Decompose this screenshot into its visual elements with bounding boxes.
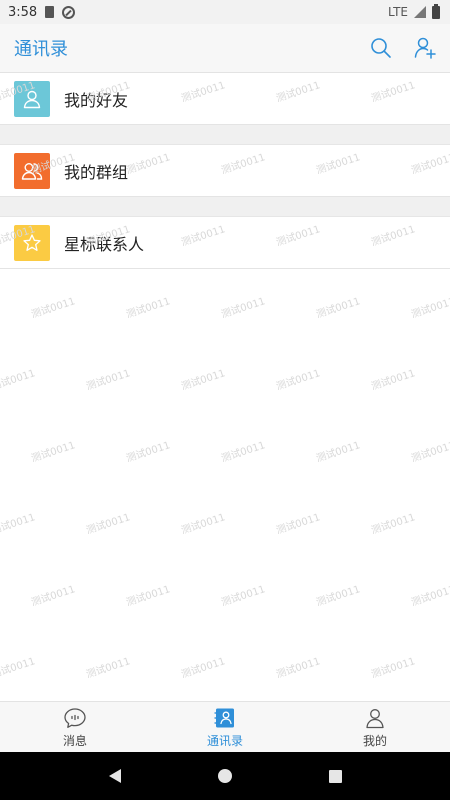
do-not-disturb-icon <box>62 5 76 19</box>
menu-item-starred[interactable]: 星标联系人 <box>0 217 450 269</box>
home-button[interactable] <box>205 756 245 796</box>
recents-square-icon <box>328 769 342 783</box>
nav-tab-messages[interactable]: 消息 <box>0 702 150 752</box>
watermark-text: 测试0011 <box>30 296 77 321</box>
app-bar: 通讯录 <box>0 24 450 73</box>
nav-tab-profile[interactable]: 我的 <box>300 702 450 752</box>
back-button[interactable] <box>95 756 135 796</box>
watermark-text: 测试0011 <box>0 656 37 681</box>
watermark-text: 测试0011 <box>410 296 450 321</box>
section-divider <box>0 197 450 217</box>
star-icon <box>23 233 41 251</box>
network-type: LTE <box>388 5 408 19</box>
nav-label: 消息 <box>62 733 87 748</box>
watermark-text: 测试0011 <box>30 584 77 609</box>
watermark-text: 测试0011 <box>370 368 417 393</box>
friends-icon-tile <box>14 80 50 117</box>
watermark-text: 测试0011 <box>275 368 322 393</box>
watermark-text: 测试0011 <box>410 584 450 609</box>
recents-button[interactable] <box>315 756 355 796</box>
watermark-text: 测试0011 <box>410 440 450 465</box>
system-nav-bar <box>0 752 450 800</box>
search-button[interactable] <box>368 35 394 61</box>
watermark-text: 测试0011 <box>220 296 267 321</box>
status-time: 3:58 <box>8 4 38 20</box>
person-icon <box>23 90 41 108</box>
watermark-text: 测试0011 <box>125 440 172 465</box>
starred-icon-tile <box>14 224 50 261</box>
watermark-text: 测试0011 <box>125 584 172 609</box>
watermark-text: 测试0011 <box>85 656 132 681</box>
watermark-text: 测试0011 <box>30 440 77 465</box>
contacts-book-icon <box>214 708 234 727</box>
chat-bubble-icon <box>64 707 86 728</box>
watermark-text: 测试0011 <box>275 656 322 681</box>
contacts-content: 测试0011 测试0011 测试0011 测试0011 测试0011 测试0011 测试00… <box>0 73 450 701</box>
watermark-text: 测试0011 <box>315 584 362 609</box>
watermark-text: 测试0011 <box>220 440 267 465</box>
search-icon <box>371 38 391 58</box>
back-triangle-icon <box>109 769 121 783</box>
watermark-text: 测试0011 <box>180 512 227 537</box>
watermark-text: 测试0011 <box>0 512 37 537</box>
watermark-text: 测试0011 <box>370 656 417 681</box>
watermark-text: 测试0011 <box>85 512 132 537</box>
watermark-text: 测试0011 <box>220 584 267 609</box>
battery-icon <box>432 3 440 19</box>
watermark-text: 测试0011 <box>315 440 362 465</box>
menu-item-friends[interactable]: 我的好友 <box>0 73 450 125</box>
home-circle-icon <box>218 769 232 783</box>
signal-icon <box>414 6 426 18</box>
nav-label: 通讯录 <box>206 733 243 748</box>
watermark-text: 测试0011 <box>0 368 37 393</box>
nav-label: 我的 <box>362 733 387 748</box>
menu-item-label: 我的群组 <box>64 162 129 182</box>
page-title: 通讯录 <box>14 39 68 60</box>
watermark-text: 测试0011 <box>125 296 172 321</box>
menu-item-label: 星标联系人 <box>64 234 145 254</box>
watermark-text: 测试0011 <box>275 512 322 537</box>
groups-icon-tile <box>14 152 50 189</box>
group-icon <box>21 162 43 180</box>
menu-item-label: 我的好友 <box>64 90 129 110</box>
watermark-text: 测试0011 <box>85 368 132 393</box>
watermark-text: 测试0011 <box>180 656 227 681</box>
status-bar: 3:58 LTE <box>0 0 450 24</box>
add-contact-button[interactable] <box>412 35 438 61</box>
add-contact-icon <box>414 37 436 59</box>
watermark-text: 测试0011 <box>180 368 227 393</box>
watermark-text: 测试0011 <box>370 512 417 537</box>
sim-card-icon <box>45 6 55 18</box>
profile-icon <box>366 708 384 728</box>
menu-item-groups[interactable]: 我的群组 <box>0 145 450 197</box>
nav-tab-contacts[interactable]: 通讯录 <box>150 702 300 752</box>
bottom-nav: 消息 通讯录 我的 <box>0 701 450 752</box>
watermark-text: 测试0011 <box>315 296 362 321</box>
section-divider <box>0 125 450 145</box>
